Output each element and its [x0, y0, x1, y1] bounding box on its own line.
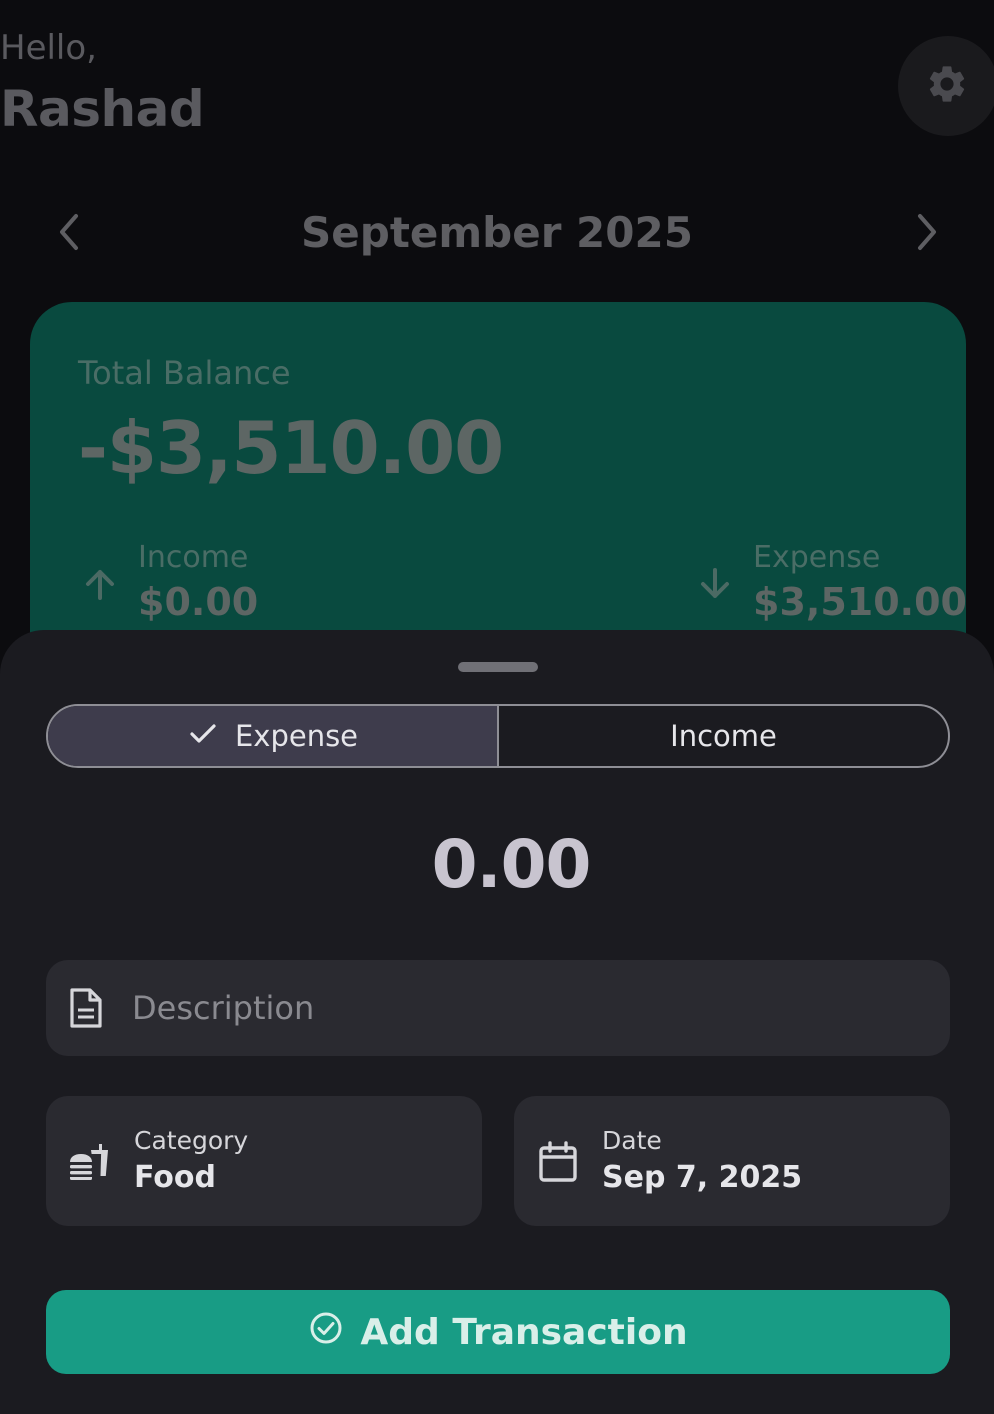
month-navigator: September 2025 [0, 196, 994, 272]
arrow-down-icon [695, 564, 735, 604]
income-value: $0.00 [138, 580, 259, 624]
segment-expense[interactable]: Expense [48, 706, 499, 766]
drag-handle[interactable] [458, 662, 538, 672]
document-icon [66, 986, 106, 1030]
segment-income[interactable]: Income [499, 706, 948, 766]
income-label: Income [138, 540, 249, 575]
add-transaction-button[interactable]: Add Transaction [46, 1290, 950, 1374]
month-title: September 2025 [301, 208, 693, 257]
add-transaction-label: Add Transaction [360, 1311, 688, 1353]
check-icon [187, 717, 235, 756]
arrow-up-icon [80, 564, 120, 604]
category-picker[interactable]: Category Food [46, 1096, 482, 1226]
check-circle-icon [308, 1310, 360, 1355]
next-month-button[interactable] [906, 214, 946, 254]
expense-label: Expense [753, 540, 881, 575]
calendar-icon [536, 1140, 580, 1184]
total-balance-value: -$3,510.00 [78, 406, 504, 490]
category-label: Category [134, 1126, 249, 1155]
transaction-type-toggle: Expense Income [46, 704, 950, 768]
add-transaction-sheet: Expense Income 0.00 Category Food Date S… [0, 630, 994, 1414]
greeting-text: Hello, [0, 28, 97, 68]
gear-icon [927, 62, 969, 110]
date-value: Sep 7, 2025 [602, 1160, 803, 1195]
settings-button[interactable] [898, 36, 994, 136]
total-balance-label: Total Balance [78, 354, 291, 392]
amount-display[interactable]: 0.00 [0, 826, 994, 903]
date-picker[interactable]: Date Sep 7, 2025 [514, 1096, 950, 1226]
segment-expense-label: Expense [234, 719, 359, 753]
description-input[interactable] [132, 982, 912, 1034]
description-field[interactable] [46, 960, 950, 1056]
fastfood-icon [68, 1140, 112, 1184]
segment-income-label: Income [670, 719, 777, 753]
category-value: Food [134, 1160, 216, 1195]
expense-value: $3,510.00 [753, 580, 967, 624]
date-label: Date [602, 1126, 662, 1155]
chevron-right-icon [914, 212, 938, 256]
user-name: Rashad [0, 80, 205, 138]
